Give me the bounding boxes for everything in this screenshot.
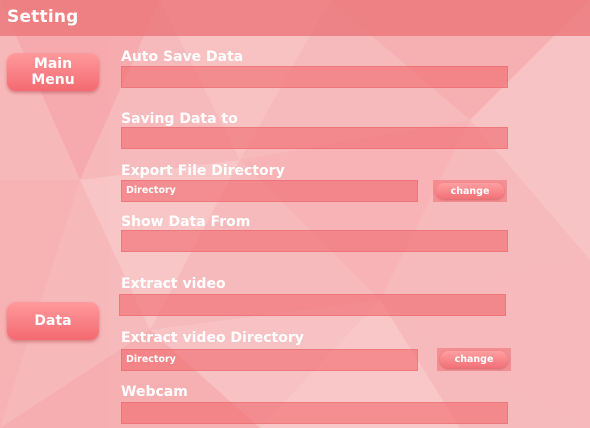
data-button-label: Data	[34, 313, 72, 329]
settings-window: Setting Main Menu Data Auto Save Data Sa…	[0, 0, 590, 428]
extract-video-label: Extract video	[121, 276, 226, 292]
webcam-field[interactable]	[121, 402, 508, 424]
data-button[interactable]: Data	[7, 302, 99, 340]
extract-video-directory-field[interactable]: Directory	[121, 349, 418, 371]
show-data-from-field[interactable]	[121, 230, 508, 252]
main-menu-button[interactable]: Main Menu	[7, 53, 99, 91]
sidebar	[0, 36, 110, 428]
export-directory-value: Directory	[126, 185, 176, 196]
webcam-label: Webcam	[121, 384, 188, 400]
extract-video-field[interactable]	[119, 294, 506, 316]
extract-video-directory-change-button[interactable]: change	[440, 351, 508, 368]
export-directory-label: Export File Directory	[121, 163, 285, 179]
saving-data-to-label: Saving Data to	[121, 111, 238, 127]
main-menu-button-label: Main Menu	[31, 56, 75, 88]
show-data-from-label: Show Data From	[121, 214, 251, 230]
export-directory-field[interactable]: Directory	[121, 180, 418, 202]
window-title: Setting	[7, 7, 79, 27]
extract-video-directory-value: Directory	[126, 354, 176, 365]
extract-video-directory-label: Extract video Directory	[121, 330, 304, 346]
auto-save-label: Auto Save Data	[121, 49, 244, 65]
auto-save-field[interactable]	[121, 66, 508, 88]
export-directory-change-button[interactable]: change	[436, 183, 504, 199]
extract-video-directory-change-wrap: change	[437, 348, 511, 371]
saving-data-to-field[interactable]	[121, 127, 508, 149]
title-bar: Setting	[0, 0, 590, 36]
export-directory-change-wrap: change	[433, 180, 507, 202]
